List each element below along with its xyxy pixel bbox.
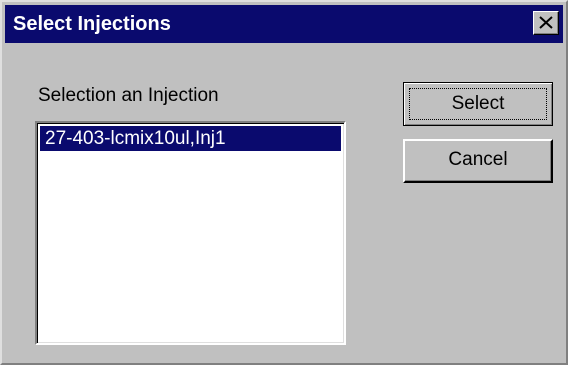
list-item[interactable]: 27-403-lcmix10ul,Inj1 [40,126,341,151]
close-icon [539,16,553,29]
close-button[interactable] [533,11,559,35]
select-injections-dialog: Select Injections Selection an Injection… [0,0,568,365]
select-button-label: Select [409,88,547,120]
title-bar[interactable]: Select Injections [5,5,563,43]
injection-list-label: Selection an Injection [38,85,219,106]
injection-listbox[interactable]: 27-403-lcmix10ul,Inj1 [35,121,346,345]
cancel-button[interactable]: Cancel [403,139,553,183]
window-title: Select Injections [13,13,171,35]
select-button[interactable]: Select [403,82,553,126]
